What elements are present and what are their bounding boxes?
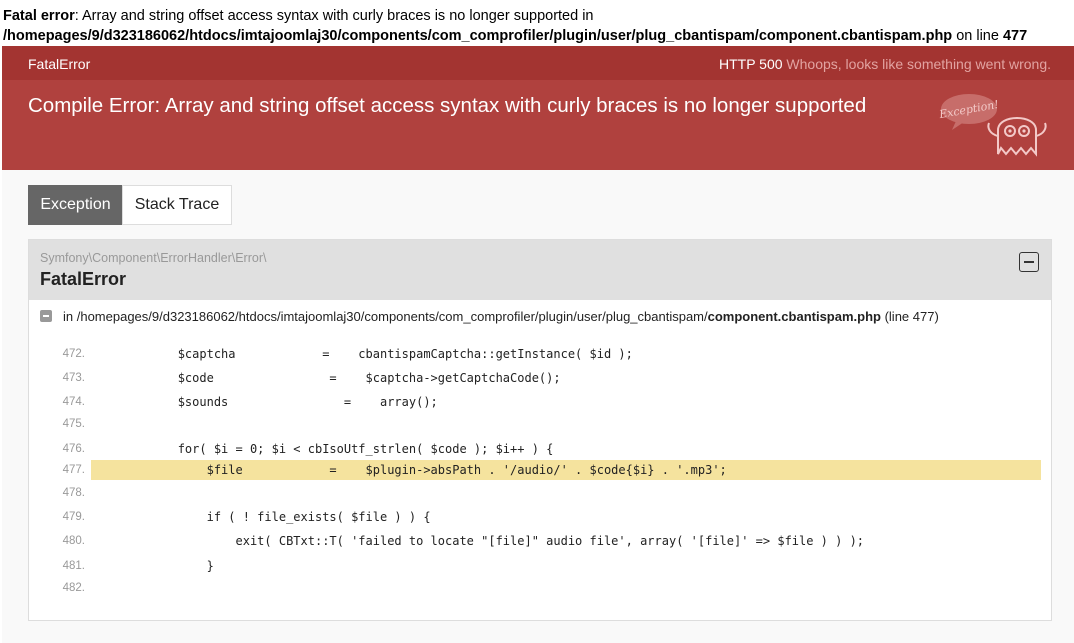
file-prefix: in	[63, 309, 77, 324]
fatal-error-label: Fatal error	[3, 8, 75, 24]
http-status-text: Whoops, looks like something went wrong.	[786, 56, 1051, 72]
code-line: 473. $code = $captcha->getCaptchaCode();	[29, 368, 1051, 388]
fatal-error-text: : Array and string offset access syntax …	[74, 8, 594, 24]
line-number: 481.	[62, 560, 85, 572]
exception-panel: Symfony\Component\ErrorHandler\Error\ Fa…	[28, 239, 1052, 621]
line-number: 479.	[62, 511, 85, 523]
line-source: if ( ! file_exists( $file ) ) {	[91, 510, 431, 524]
line-number: 476.	[62, 443, 85, 455]
line-source: exit( CBTxt::T( 'failed to locate "[file…	[91, 534, 865, 548]
collapse-code-icon[interactable]	[40, 310, 52, 322]
line-source: }	[91, 559, 214, 573]
exception-header: FatalError HTTP 500 Whoops, looks like s…	[2, 46, 1074, 170]
line-source: for( $i = 0; $i < cbIsoUtf_strlen( $code…	[91, 442, 554, 456]
line-number: 473.	[62, 372, 85, 384]
line-number: 482.	[62, 582, 85, 594]
code-line: 476. for( $i = 0; $i < cbIsoUtf_strlen( …	[29, 439, 1051, 459]
file-line: (line 477)	[884, 309, 939, 324]
http-status: HTTP 500 Whoops, looks like something we…	[719, 56, 1051, 72]
line-number: 474.	[62, 396, 85, 408]
code-line: 478.	[29, 483, 1051, 503]
http-status-code: HTTP 500	[718, 56, 783, 72]
line-number: 475.	[62, 418, 85, 430]
exception-namespace: Symfony\Component\ErrorHandler\Error\	[40, 251, 267, 265]
exception-class-label: FatalError	[28, 56, 91, 72]
fatal-error-on-line: on line	[952, 28, 1003, 44]
code-line: 482.	[29, 578, 1051, 598]
exception-title: Compile Error: Array and string offset a…	[28, 94, 867, 117]
code-line: 475.	[29, 414, 1051, 434]
error-page: FatalError HTTP 500 Whoops, looks like s…	[2, 46, 1074, 643]
exception-panel-header: Symfony\Component\ErrorHandler\Error\ Fa…	[29, 240, 1051, 300]
exception-class: FatalError	[40, 269, 127, 289]
code-line-highlighted: 477. $file = $plugin->absPath . '/audio/…	[29, 460, 1051, 480]
php-fatal-error-message: Fatal error: Array and string offset acc…	[3, 6, 1068, 46]
collapse-toggle-button[interactable]	[1019, 252, 1039, 272]
exception-file-location: in /homepages/9/d323186062/htdocs/imtajo…	[40, 309, 1040, 324]
fatal-error-line-number: 477	[1002, 28, 1028, 44]
file-name: component.cbantispam.php	[707, 309, 881, 324]
line-number: 478.	[62, 487, 85, 499]
code-line: 479. if ( ! file_exists( $file ) ) {	[29, 507, 1051, 527]
line-source: $captcha = cbantispamCaptcha::getInstanc…	[91, 347, 633, 361]
fatal-error-path: /homepages/9/d323186062/htdocs/imtajooml…	[3, 28, 953, 44]
file-dir: /homepages/9/d323186062/htdocs/imtajooml…	[76, 309, 708, 324]
tab-exception[interactable]: Exception	[28, 185, 123, 225]
exception-header-bar: FatalError HTTP 500 Whoops, looks like s…	[2, 46, 1074, 80]
line-source: $sounds = array();	[91, 395, 438, 409]
line-number: 480.	[62, 535, 85, 547]
exception-ghost-icon: Exception!	[938, 94, 1047, 157]
code-line: 480. exit( CBTxt::T( 'failed to locate "…	[29, 531, 1051, 551]
line-source: $code = $captcha->getCaptchaCode();	[91, 371, 561, 385]
line-source: $file = $plugin->absPath . '/audio/' . $…	[91, 460, 1041, 480]
tab-stack-trace[interactable]: Stack Trace	[122, 185, 232, 225]
line-number: 477.	[62, 464, 85, 476]
line-number: 472.	[62, 348, 85, 360]
code-line: 472. $captcha = cbantispamCaptcha::getIn…	[29, 344, 1051, 364]
code-line: 481. }	[29, 556, 1051, 576]
code-line: 474. $sounds = array();	[29, 392, 1051, 412]
